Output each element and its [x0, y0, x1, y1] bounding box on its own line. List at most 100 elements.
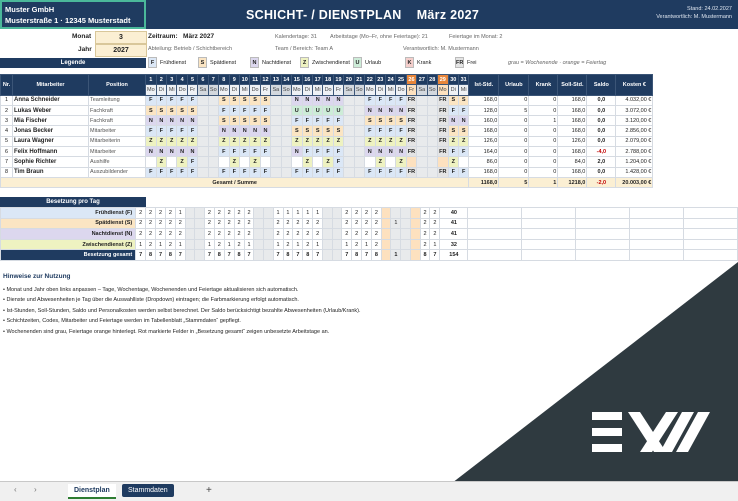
shift-cell[interactable]: S [186, 104, 199, 117]
employee-name[interactable]: Laura Wagner [12, 135, 89, 148]
shift-cell[interactable]: Z [228, 135, 241, 148]
shift-cell[interactable]: S [176, 104, 188, 117]
shift-cell[interactable] [280, 104, 292, 117]
shift-cell[interactable] [280, 146, 292, 158]
shift-cell[interactable]: F [155, 94, 168, 106]
shift-cell[interactable]: Z [374, 135, 387, 148]
shift-cell[interactable]: F [457, 166, 470, 178]
shift-cell[interactable] [197, 146, 209, 158]
year-input[interactable]: 2027 [95, 44, 147, 57]
shift-cell[interactable] [416, 104, 428, 117]
shift-cell[interactable]: Z [228, 156, 241, 168]
shift-cell[interactable]: F [374, 166, 387, 178]
shift-cell[interactable]: F [259, 166, 272, 178]
shift-cell[interactable]: F [166, 94, 178, 106]
shift-cell[interactable]: F [228, 104, 241, 117]
shift-cell[interactable]: Z [249, 156, 261, 168]
shift-cell[interactable]: F [249, 146, 261, 158]
shift-cell[interactable]: F [145, 94, 157, 106]
shift-cell[interactable] [343, 146, 355, 158]
employee-position[interactable]: Mitarbeiter [88, 146, 146, 158]
shift-cell[interactable] [270, 94, 282, 106]
shift-cell[interactable]: F [374, 125, 387, 137]
shift-cell[interactable] [416, 146, 428, 158]
shift-cell[interactable] [416, 156, 428, 168]
shift-cell[interactable]: S [228, 115, 241, 127]
shift-cell[interactable]: Z [374, 156, 387, 168]
shift-cell[interactable]: N [228, 125, 241, 137]
shift-cell[interactable]: F [322, 166, 334, 178]
shift-cell[interactable] [280, 135, 292, 148]
shift-cell[interactable]: F [145, 125, 157, 137]
shift-cell[interactable]: Z [457, 135, 470, 148]
shift-cell[interactable] [416, 135, 428, 148]
shift-cell[interactable]: Z [155, 135, 168, 148]
shift-cell[interactable]: Z [332, 135, 345, 148]
shift-cell[interactable]: N [145, 146, 157, 158]
shift-cell[interactable]: F [176, 125, 188, 137]
shift-cell[interactable]: S [384, 115, 397, 127]
shift-cell[interactable]: FR [436, 146, 449, 158]
shift-cell[interactable]: F [447, 166, 459, 178]
shift-cell[interactable]: Z [363, 135, 376, 148]
shift-cell[interactable] [426, 156, 438, 168]
shift-cell[interactable]: F [332, 146, 345, 158]
shift-cell[interactable]: Z [395, 135, 407, 148]
shift-cell[interactable] [353, 166, 365, 178]
shift-cell[interactable]: F [332, 115, 345, 127]
shift-cell[interactable]: F [384, 125, 397, 137]
shift-cell[interactable]: F [363, 94, 376, 106]
shift-cell[interactable]: F [457, 146, 470, 158]
shift-cell[interactable] [270, 104, 282, 117]
shift-cell[interactable]: N [186, 115, 199, 127]
shift-cell[interactable]: S [238, 94, 251, 106]
shift-cell[interactable]: N [384, 104, 397, 117]
shift-cell[interactable]: N [145, 115, 157, 127]
shift-cell[interactable]: N [395, 146, 407, 158]
tab-dienstplan[interactable]: Dienstplan [68, 484, 116, 499]
shift-cell[interactable] [343, 104, 355, 117]
shift-cell[interactable] [343, 135, 355, 148]
shift-cell[interactable]: S [332, 125, 345, 137]
shift-cell[interactable]: S [259, 115, 272, 127]
shift-cell[interactable]: N [457, 115, 470, 127]
shift-cell[interactable]: N [166, 115, 178, 127]
shift-cell[interactable]: U [301, 104, 314, 117]
shift-cell[interactable] [363, 156, 376, 168]
shift-cell[interactable]: N [218, 125, 230, 137]
shift-cell[interactable] [343, 125, 355, 137]
shift-cell[interactable] [197, 125, 209, 137]
shift-cell[interactable] [426, 125, 438, 137]
shift-cell[interactable]: S [395, 115, 407, 127]
shift-cell[interactable]: F [301, 115, 314, 127]
shift-cell[interactable] [416, 115, 428, 127]
shift-cell[interactable]: F [301, 146, 314, 158]
shift-cell[interactable]: S [166, 104, 178, 117]
shift-cell[interactable]: FR [436, 125, 449, 137]
shift-cell[interactable] [353, 135, 365, 148]
shift-cell[interactable] [280, 94, 292, 106]
shift-cell[interactable] [207, 146, 220, 158]
shift-cell[interactable]: S [259, 94, 272, 106]
employee-position[interactable]: Auszubildender [88, 166, 146, 178]
shift-cell[interactable] [426, 94, 438, 106]
employee-position[interactable]: Fachkraft [88, 115, 146, 127]
shift-cell[interactable]: F [290, 115, 303, 127]
shift-cell[interactable] [270, 115, 282, 127]
shift-cell[interactable]: S [447, 125, 459, 137]
shift-cell[interactable]: F [447, 146, 459, 158]
shift-cell[interactable] [207, 125, 220, 137]
shift-cell[interactable] [426, 135, 438, 148]
shift-cell[interactable]: FR [405, 104, 418, 117]
shift-cell[interactable] [353, 94, 365, 106]
shift-cell[interactable] [207, 135, 220, 148]
shift-cell[interactable]: F [447, 104, 459, 117]
shift-cell[interactable]: F [332, 166, 345, 178]
shift-cell[interactable] [270, 135, 282, 148]
shift-cell[interactable]: F [384, 166, 397, 178]
employee-name[interactable]: Tim Braun [12, 166, 89, 178]
shift-cell[interactable]: Z [384, 135, 397, 148]
shift-cell[interactable]: F [176, 94, 188, 106]
shift-cell[interactable] [416, 166, 428, 178]
shift-cell[interactable]: S [155, 104, 168, 117]
